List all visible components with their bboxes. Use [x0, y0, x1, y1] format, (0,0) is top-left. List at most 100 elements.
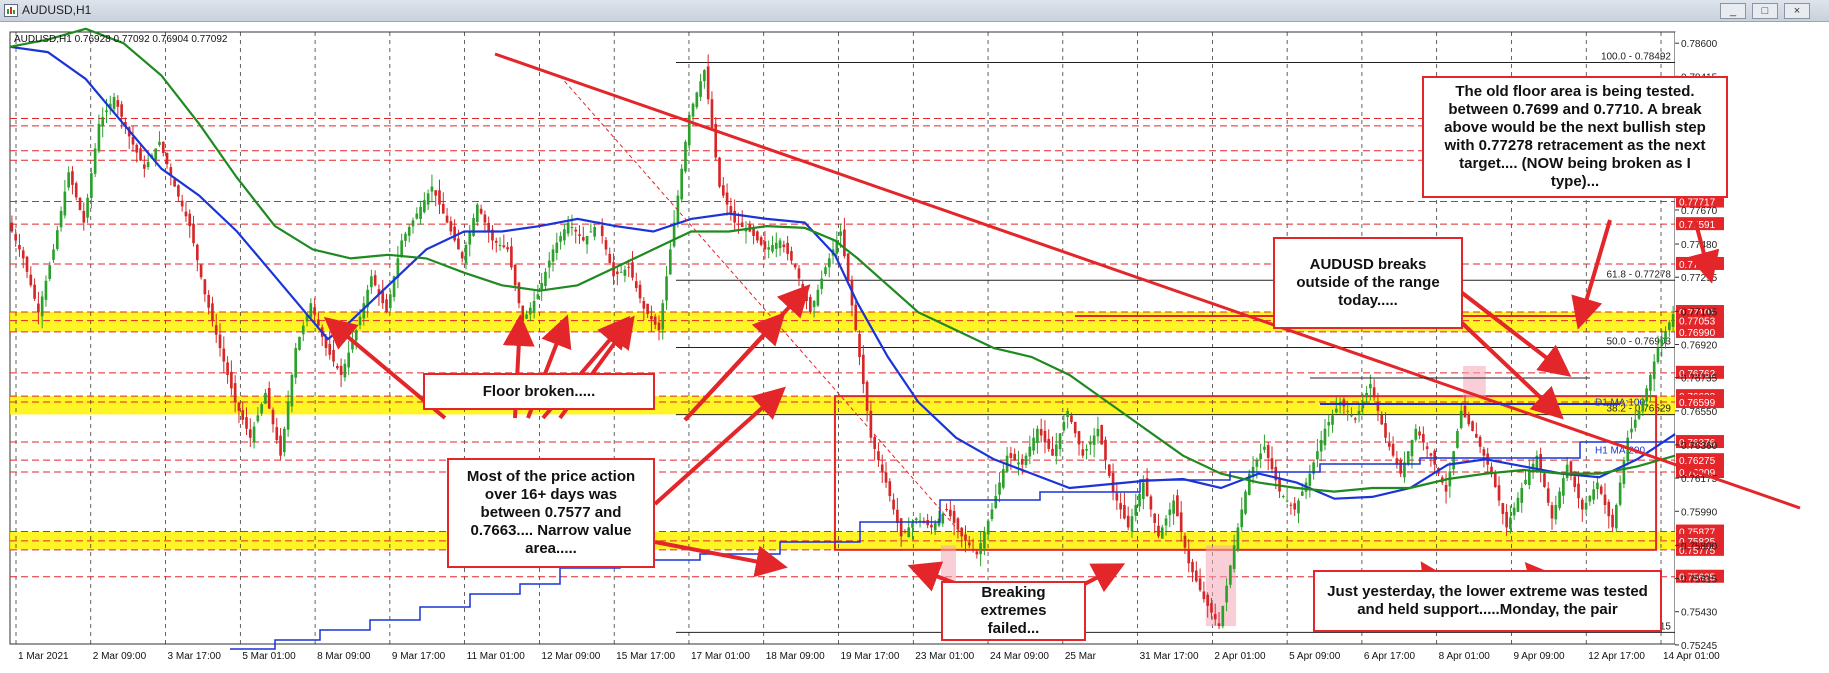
candle-body	[158, 141, 161, 145]
candle-body	[487, 222, 491, 232]
candle-body	[464, 244, 468, 264]
candle-body	[1289, 504, 1293, 506]
candle-body	[581, 237, 585, 241]
candle-body	[1425, 446, 1429, 449]
candle-body	[116, 100, 120, 107]
candle-body	[1058, 433, 1062, 450]
candle-body	[718, 157, 721, 187]
x-tick-label: 5 Mar 01:00	[242, 651, 296, 662]
y-tick-label: 0.77105	[1681, 307, 1718, 318]
candle-body	[1259, 453, 1262, 460]
candle-body	[725, 192, 729, 205]
candle-body	[1240, 509, 1244, 528]
candle-body	[1615, 505, 1618, 529]
candle-body	[949, 509, 952, 517]
close-button[interactable]: ×	[1784, 3, 1810, 19]
candle-body	[797, 268, 801, 279]
candle-body	[1577, 483, 1580, 499]
candle-body	[1630, 428, 1633, 433]
candle-body	[1414, 428, 1418, 440]
candle-body	[203, 279, 207, 295]
candle-body	[1652, 361, 1656, 380]
candle-body	[1520, 487, 1524, 503]
candle-body	[82, 210, 86, 223]
maximize-button[interactable]: □	[1752, 3, 1778, 19]
candle-body	[1024, 455, 1028, 466]
candle-body	[1104, 439, 1107, 461]
candle-body	[1471, 421, 1474, 432]
candle-body	[756, 231, 759, 241]
candle-body	[1607, 501, 1611, 517]
candle-body	[1319, 439, 1323, 452]
candle-body	[40, 296, 44, 317]
candle-body	[498, 244, 502, 246]
candle-body	[1406, 451, 1410, 464]
candle-body	[112, 96, 116, 109]
candle-body	[646, 303, 649, 314]
candle-body	[986, 520, 990, 535]
candle-body	[786, 242, 789, 254]
candle-body	[1509, 517, 1512, 529]
candle-body	[180, 200, 184, 207]
candle-body	[1134, 505, 1138, 516]
candle-body	[510, 246, 513, 268]
candle-body	[1588, 496, 1592, 502]
candle-body	[608, 253, 612, 263]
minimize-button[interactable]: _	[1720, 3, 1746, 19]
candle-body	[1138, 493, 1141, 507]
candle-body	[1164, 518, 1168, 526]
candle-body	[173, 179, 176, 187]
candle-body	[1130, 516, 1134, 532]
candle-body	[1372, 387, 1376, 398]
candle-body	[279, 435, 282, 456]
candle-body	[888, 481, 892, 497]
candle-body	[10, 222, 14, 232]
candle-body	[665, 276, 668, 301]
candle-body	[899, 518, 903, 537]
candle-body	[1157, 525, 1160, 537]
candle-body	[1043, 430, 1047, 443]
candle-body	[1160, 527, 1164, 539]
candle-body	[1213, 614, 1217, 620]
candle-body	[604, 240, 608, 250]
y-tick-label: 0.75800	[1681, 541, 1718, 552]
candle-body	[547, 260, 551, 268]
candle-body	[271, 409, 275, 425]
candle-body	[1592, 489, 1595, 500]
candle-body	[233, 383, 237, 402]
candle-body	[1516, 497, 1520, 512]
y-tick-label: 0.75615	[1681, 575, 1718, 586]
candle-body	[441, 203, 445, 214]
candle-body	[1073, 421, 1077, 434]
candle-body	[260, 404, 263, 414]
candle-body	[661, 303, 665, 330]
candle-body	[245, 417, 248, 429]
candle-body	[1244, 491, 1247, 514]
ohlc-label: AUDUSD,H1 0.76928 0.77092 0.76904 0.7709…	[14, 34, 228, 45]
candle-body	[415, 213, 419, 219]
candle-body	[820, 278, 824, 289]
candle-body	[1649, 374, 1652, 391]
candle-body	[1573, 476, 1577, 488]
candle-body	[1384, 423, 1387, 438]
candle-body	[941, 513, 945, 524]
annotation-breaking-extremes: Breaking extremes failed...	[941, 581, 1086, 641]
candle-body	[211, 303, 214, 322]
candle-body	[782, 244, 786, 248]
candle-body	[343, 363, 347, 378]
candle-body	[861, 354, 865, 384]
candle-body	[252, 426, 256, 443]
candle-body	[445, 215, 449, 223]
candle-body	[1085, 448, 1088, 451]
candle-body	[1558, 491, 1561, 508]
candle-body	[1410, 439, 1414, 457]
candle-body	[990, 509, 994, 520]
candle-body	[14, 234, 18, 241]
candle-body	[1353, 418, 1357, 420]
candle-body	[71, 171, 74, 185]
candle-body	[25, 256, 29, 272]
failed-break-zone	[1205, 545, 1237, 627]
annotation-old-floor: The old floor area is being tested. betw…	[1422, 76, 1728, 198]
candle-body	[1300, 491, 1304, 496]
candle-body	[1111, 472, 1115, 492]
